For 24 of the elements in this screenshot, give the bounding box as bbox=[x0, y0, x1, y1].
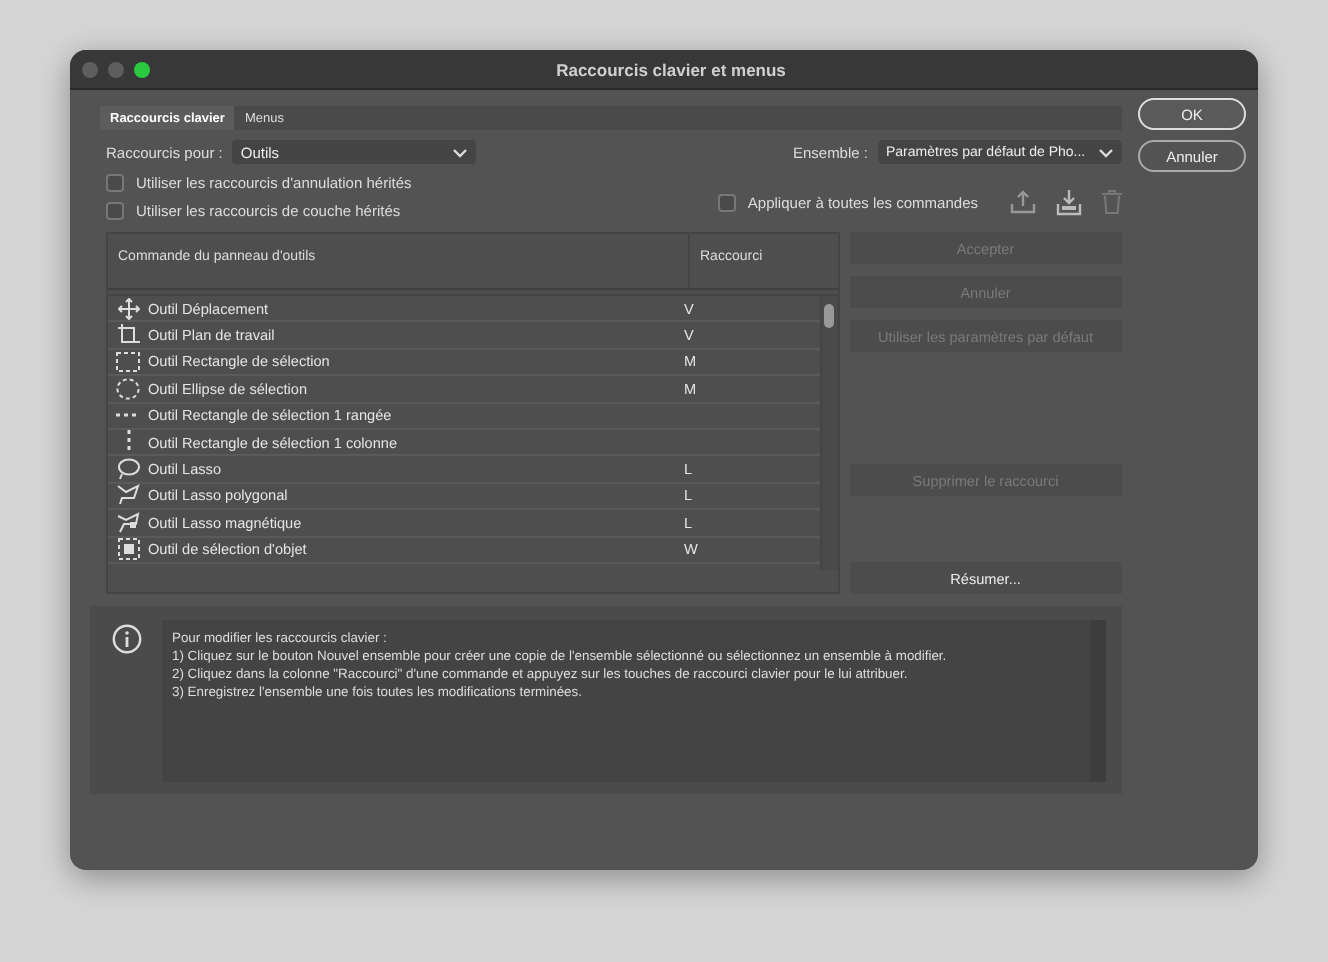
chevron-down-icon bbox=[452, 147, 469, 157]
checkbox[interactable] bbox=[106, 174, 124, 192]
checkbox[interactable] bbox=[106, 202, 124, 220]
upload-tray-icon[interactable] bbox=[1010, 190, 1036, 214]
dotted-column-icon bbox=[125, 430, 131, 455]
object-selection-icon bbox=[117, 538, 139, 561]
window-title: Raccourcis clavier et menus bbox=[554, 59, 788, 79]
trash-icon[interactable] bbox=[1102, 190, 1122, 214]
dashed-rectangle-icon bbox=[116, 351, 140, 372]
close-button[interactable] bbox=[82, 61, 98, 77]
checkbox[interactable] bbox=[717, 193, 736, 211]
dashed-ellipse-icon bbox=[116, 377, 140, 400]
info-icon bbox=[112, 624, 142, 654]
move-arrows-icon bbox=[117, 297, 139, 320]
artboard-icon bbox=[117, 324, 139, 347]
lasso-icon bbox=[116, 458, 140, 481]
zoom-button[interactable] bbox=[134, 61, 150, 77]
scrollbar[interactable] bbox=[819, 296, 838, 570]
download-tray-icon[interactable] bbox=[1056, 189, 1082, 215]
chevron-down-icon bbox=[1098, 147, 1114, 157]
minimize-button[interactable] bbox=[108, 61, 124, 77]
polygonal-lasso-icon bbox=[116, 484, 140, 507]
magnetic-lasso-icon bbox=[116, 511, 140, 534]
dotted-row-icon bbox=[116, 412, 140, 419]
